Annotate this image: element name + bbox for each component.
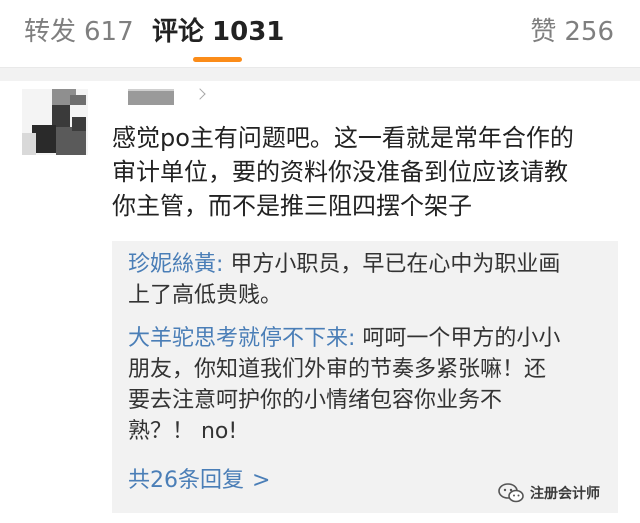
more-replies-label: 共26条回复 — [128, 468, 244, 493]
tab-repost-label: 转发 — [24, 17, 77, 47]
reply-text-line: 朋友，你知道我们外审的节奏多紧张嘛！还 — [128, 357, 547, 382]
comment-text: 感觉po主有问题吧。这一看就是常年合作的 审计单位，要的资料你没准备到位应该请教… — [112, 121, 632, 223]
reply-item: 珍妮絲黃: 甲方小职员，早已在心中为职业画 上了高低贵贱。 — [128, 249, 612, 311]
tab-comment-label: 评论 — [152, 17, 205, 47]
more-replies-link[interactable]: 共26条回复 > — [128, 465, 270, 496]
reply-author-link[interactable]: 珍妮絲黃 — [128, 252, 216, 277]
tab-repost-count: 617 — [84, 17, 134, 47]
tab-like[interactable]: 赞 256 — [530, 14, 614, 50]
reply-text-line: 熟？！ no! — [128, 419, 238, 444]
weibo-comment-view: 转发 617 评论 1031 赞 256 感觉po主有问题吧。这一看就是常年合作的 审… — [0, 0, 640, 523]
section-gap — [0, 68, 640, 81]
tab-like-label: 赞 — [530, 17, 557, 47]
reply-text-line: 呵呵一个甲方的小小 — [355, 326, 561, 351]
comment-item: 感觉po主有问题吧。这一看就是常年合作的 审计单位，要的资料你没准备到位应该请教… — [0, 81, 640, 523]
comment-text-line: 审计单位，要的资料你没准备到位应该请教 — [112, 158, 568, 186]
tab-comment[interactable]: 评论 1031 — [152, 14, 284, 50]
avatar[interactable] — [22, 89, 88, 155]
username-redacted[interactable] — [128, 91, 174, 105]
tab-comment-count: 1031 — [212, 17, 285, 47]
tab-like-count: 256 — [564, 17, 614, 47]
watermark-text: 注册会计师 — [530, 486, 600, 502]
tab-bar: 转发 617 评论 1031 赞 256 — [0, 0, 640, 68]
watermark: 注册会计师 — [498, 481, 600, 505]
comment-text-line: 你主管，而不是推三阻四摆个架子 — [112, 192, 472, 220]
active-tab-indicator — [193, 57, 242, 62]
reply-text-line: 要去注意呵护你的小情绪包容你业务不 — [128, 388, 503, 413]
comment-text-line: 感觉po主有问题吧。这一看就是常年合作的 — [112, 124, 574, 152]
tab-repost[interactable]: 转发 617 — [24, 14, 134, 50]
replies-box: 珍妮絲黃: 甲方小职员，早已在心中为职业画 上了高低贵贱。 大羊驼思考就停不下来… — [112, 241, 618, 513]
chevron-right-icon[interactable] — [194, 88, 206, 100]
reply-item: 大羊驼思考就停不下来: 呵呵一个甲方的小小 朋友，你知道我们外审的节奏多紧张嘛！… — [128, 323, 612, 447]
reply-text-line: 上了高低贵贱。 — [128, 283, 283, 308]
wechat-icon — [498, 483, 524, 503]
reply-author-link[interactable]: 大羊驼思考就停不下来 — [128, 326, 348, 351]
reply-text-line: 甲方小职员，早已在心中为职业画 — [223, 252, 561, 277]
chevron-right-icon: > — [252, 468, 271, 493]
